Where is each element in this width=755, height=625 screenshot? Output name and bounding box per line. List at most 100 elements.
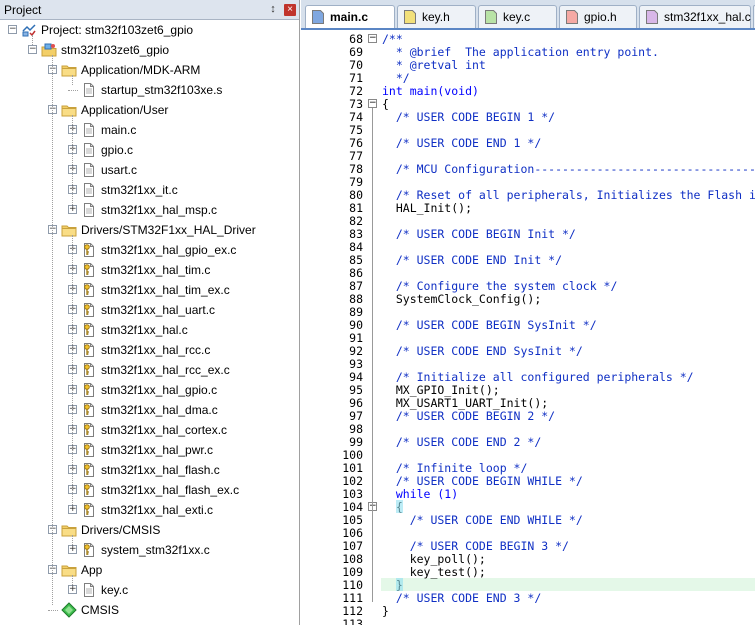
cmsis-icon <box>61 602 77 618</box>
line-number-gutter: 68−69 70 71 72 73−74 75 76 77 78 79 80 81 82 83 84 85 86… <box>301 30 381 625</box>
tab-key-c[interactable]: key.c <box>478 5 557 28</box>
tree-item[interactable]: + stm32f1xx_hal_uart.c <box>0 300 299 320</box>
line-number: 103 <box>342 487 363 501</box>
line-number: 110 <box>342 578 363 592</box>
expand-icon[interactable]: + <box>68 545 77 554</box>
tree-item[interactable]: + stm32f1xx_hal.c <box>0 320 299 340</box>
tree-item-label: Drivers/STM32F1xx_HAL_Driver <box>81 223 256 237</box>
tree-item[interactable]: + stm32f1xx_hal_dma.c <box>0 400 299 420</box>
line-number: 98 <box>349 422 363 436</box>
line-number: 107 <box>342 539 363 553</box>
line-number: 92 <box>349 344 363 358</box>
collapse-icon[interactable]: − <box>28 45 37 54</box>
tree-item[interactable]: + stm32f1xx_hal_pwr.c <box>0 440 299 460</box>
tab-label: key.h <box>422 10 450 24</box>
code-area[interactable]: 68−69 70 71 72 73−74 75 76 77 78 79 80 81 82 83 84 85 86… <box>301 30 755 625</box>
tree-item[interactable]: + stm32f1xx_hal_flash.c <box>0 460 299 480</box>
fold-toggle-icon[interactable]: − <box>368 34 377 43</box>
project-icon <box>21 22 37 38</box>
code-line: /* USER CODE END 3 */ <box>382 591 542 605</box>
line-number: 96 <box>349 396 363 410</box>
expand-icon[interactable]: + <box>68 505 77 514</box>
line-number: 88 <box>349 292 363 306</box>
tree-item[interactable]: − App <box>0 560 299 580</box>
expand-icon[interactable]: + <box>68 205 77 214</box>
line-number: 108 <box>342 552 363 566</box>
tree-item[interactable]: + stm32f1xx_hal_rcc.c <box>0 340 299 360</box>
tree-item-label: Project: stm32f103zet6_gpio <box>41 23 194 37</box>
code-line: SystemClock_Config(); <box>382 292 542 306</box>
line-number: 100 <box>342 448 363 462</box>
tree-item[interactable]: − Project: stm32f103zet6_gpio <box>0 20 299 40</box>
key-file-icon <box>81 302 97 318</box>
tree-item[interactable]: + stm32f1xx_hal_exti.c <box>0 500 299 520</box>
tree-item[interactable]: + usart.c <box>0 160 299 180</box>
tree-item[interactable]: + stm32f1xx_hal_gpio.c <box>0 380 299 400</box>
fold-toggle-icon[interactable]: − <box>368 99 377 108</box>
line-number: 93 <box>349 357 363 371</box>
tree-item-label: stm32f1xx_hal_tim_ex.c <box>101 283 230 297</box>
tree-item-label: stm32f1xx_hal_msp.c <box>101 203 218 217</box>
tree-item[interactable]: + system_stm32f1xx.c <box>0 540 299 560</box>
tree-item[interactable]: + stm32f1xx_hal_flash_ex.c <box>0 480 299 500</box>
key-file-icon <box>81 402 97 418</box>
line-number: 76 <box>349 136 363 150</box>
code-line: * @retval int <box>382 58 486 72</box>
tree-item-label: stm32f1xx_hal_exti.c <box>101 503 214 517</box>
code-line: /* USER CODE BEGIN 2 */ <box>382 409 556 423</box>
tree-item[interactable]: + stm32f1xx_hal_cortex.c <box>0 420 299 440</box>
tree-item[interactable]: startup_stm32f103xe.s <box>0 80 299 100</box>
folder-icon <box>61 102 77 118</box>
line-number: 104 <box>342 500 363 514</box>
tree-item[interactable]: + key.c <box>0 580 299 600</box>
tree-item[interactable]: + stm32f1xx_hal_tim.c <box>0 260 299 280</box>
line-number: 101 <box>342 461 363 475</box>
tree-item[interactable]: + stm32f1xx_hal_tim_ex.c <box>0 280 299 300</box>
tree-item[interactable]: + main.c <box>0 120 299 140</box>
code-line: /* USER CODE BEGIN SysInit */ <box>382 318 597 332</box>
tree-item[interactable]: + stm32f1xx_hal_msp.c <box>0 200 299 220</box>
tree-item[interactable]: − Application/MDK-ARM <box>0 60 299 80</box>
expand-icon[interactable]: + <box>68 585 77 594</box>
tab-label: stm32f1xx_hal.c <box>664 10 751 24</box>
brace-match-highlight <box>395 500 403 513</box>
tab-strip: main.c key.h key.c gpio.h stm32f1xx_hal.c <box>301 0 755 30</box>
tree-item[interactable]: CMSIS <box>0 600 299 620</box>
tree-item[interactable]: + gpio.c <box>0 140 299 160</box>
tree-item-label: stm32f1xx_hal_pwr.c <box>101 443 214 457</box>
line-number: 79 <box>349 175 363 189</box>
tree-item[interactable]: + stm32f1xx_it.c <box>0 180 299 200</box>
tree-item[interactable]: − Drivers/CMSIS <box>0 520 299 540</box>
project-panel: Project ↕ × − Project: stm32f103zet6_gpio… <box>0 0 300 625</box>
line-number: 70 <box>349 58 363 72</box>
code-editor: main.c key.h key.c gpio.h stm32f1xx_hal.c 68… <box>301 0 755 625</box>
tree-item[interactable]: − Drivers/STM32F1xx_HAL_Driver <box>0 220 299 240</box>
tab-gpio-h[interactable]: gpio.h <box>559 5 637 28</box>
tree-guide-line <box>72 75 73 85</box>
tree-item[interactable]: − stm32f103zet6_gpio <box>0 40 299 60</box>
tree-item-label: CMSIS <box>81 603 120 617</box>
tab-stm32f1xx-hal-c[interactable]: stm32f1xx_hal.c <box>639 5 751 28</box>
tree-item-label: key.c <box>101 583 129 597</box>
tree-guide-line <box>52 55 53 605</box>
tree-item[interactable]: − Application/User <box>0 100 299 120</box>
tree-connector <box>68 90 78 91</box>
line-number: 111 <box>342 591 363 605</box>
file-tab-icon <box>404 10 416 24</box>
pin-icon[interactable]: ↕ <box>267 3 279 16</box>
code-line: key_test(); <box>382 565 486 579</box>
tab-key-h[interactable]: key.h <box>397 5 476 28</box>
collapse-icon[interactable]: − <box>8 25 17 34</box>
file-icon <box>81 202 97 218</box>
code-line: /* MCU Configuration--------------------… <box>395 162 755 176</box>
line-number: 113 <box>342 617 363 625</box>
tree-item[interactable]: + stm32f1xx_hal_gpio_ex.c <box>0 240 299 260</box>
close-icon[interactable]: × <box>284 4 296 16</box>
key-file-icon <box>81 362 97 378</box>
folder-icon <box>61 562 77 578</box>
tab-main-c[interactable]: main.c <box>305 5 395 28</box>
tab-label: gpio.h <box>584 10 617 24</box>
line-number: 90 <box>349 318 363 332</box>
tree-item-label: stm32f1xx_hal_uart.c <box>101 303 216 317</box>
tree-item[interactable]: + stm32f1xx_hal_rcc_ex.c <box>0 360 299 380</box>
